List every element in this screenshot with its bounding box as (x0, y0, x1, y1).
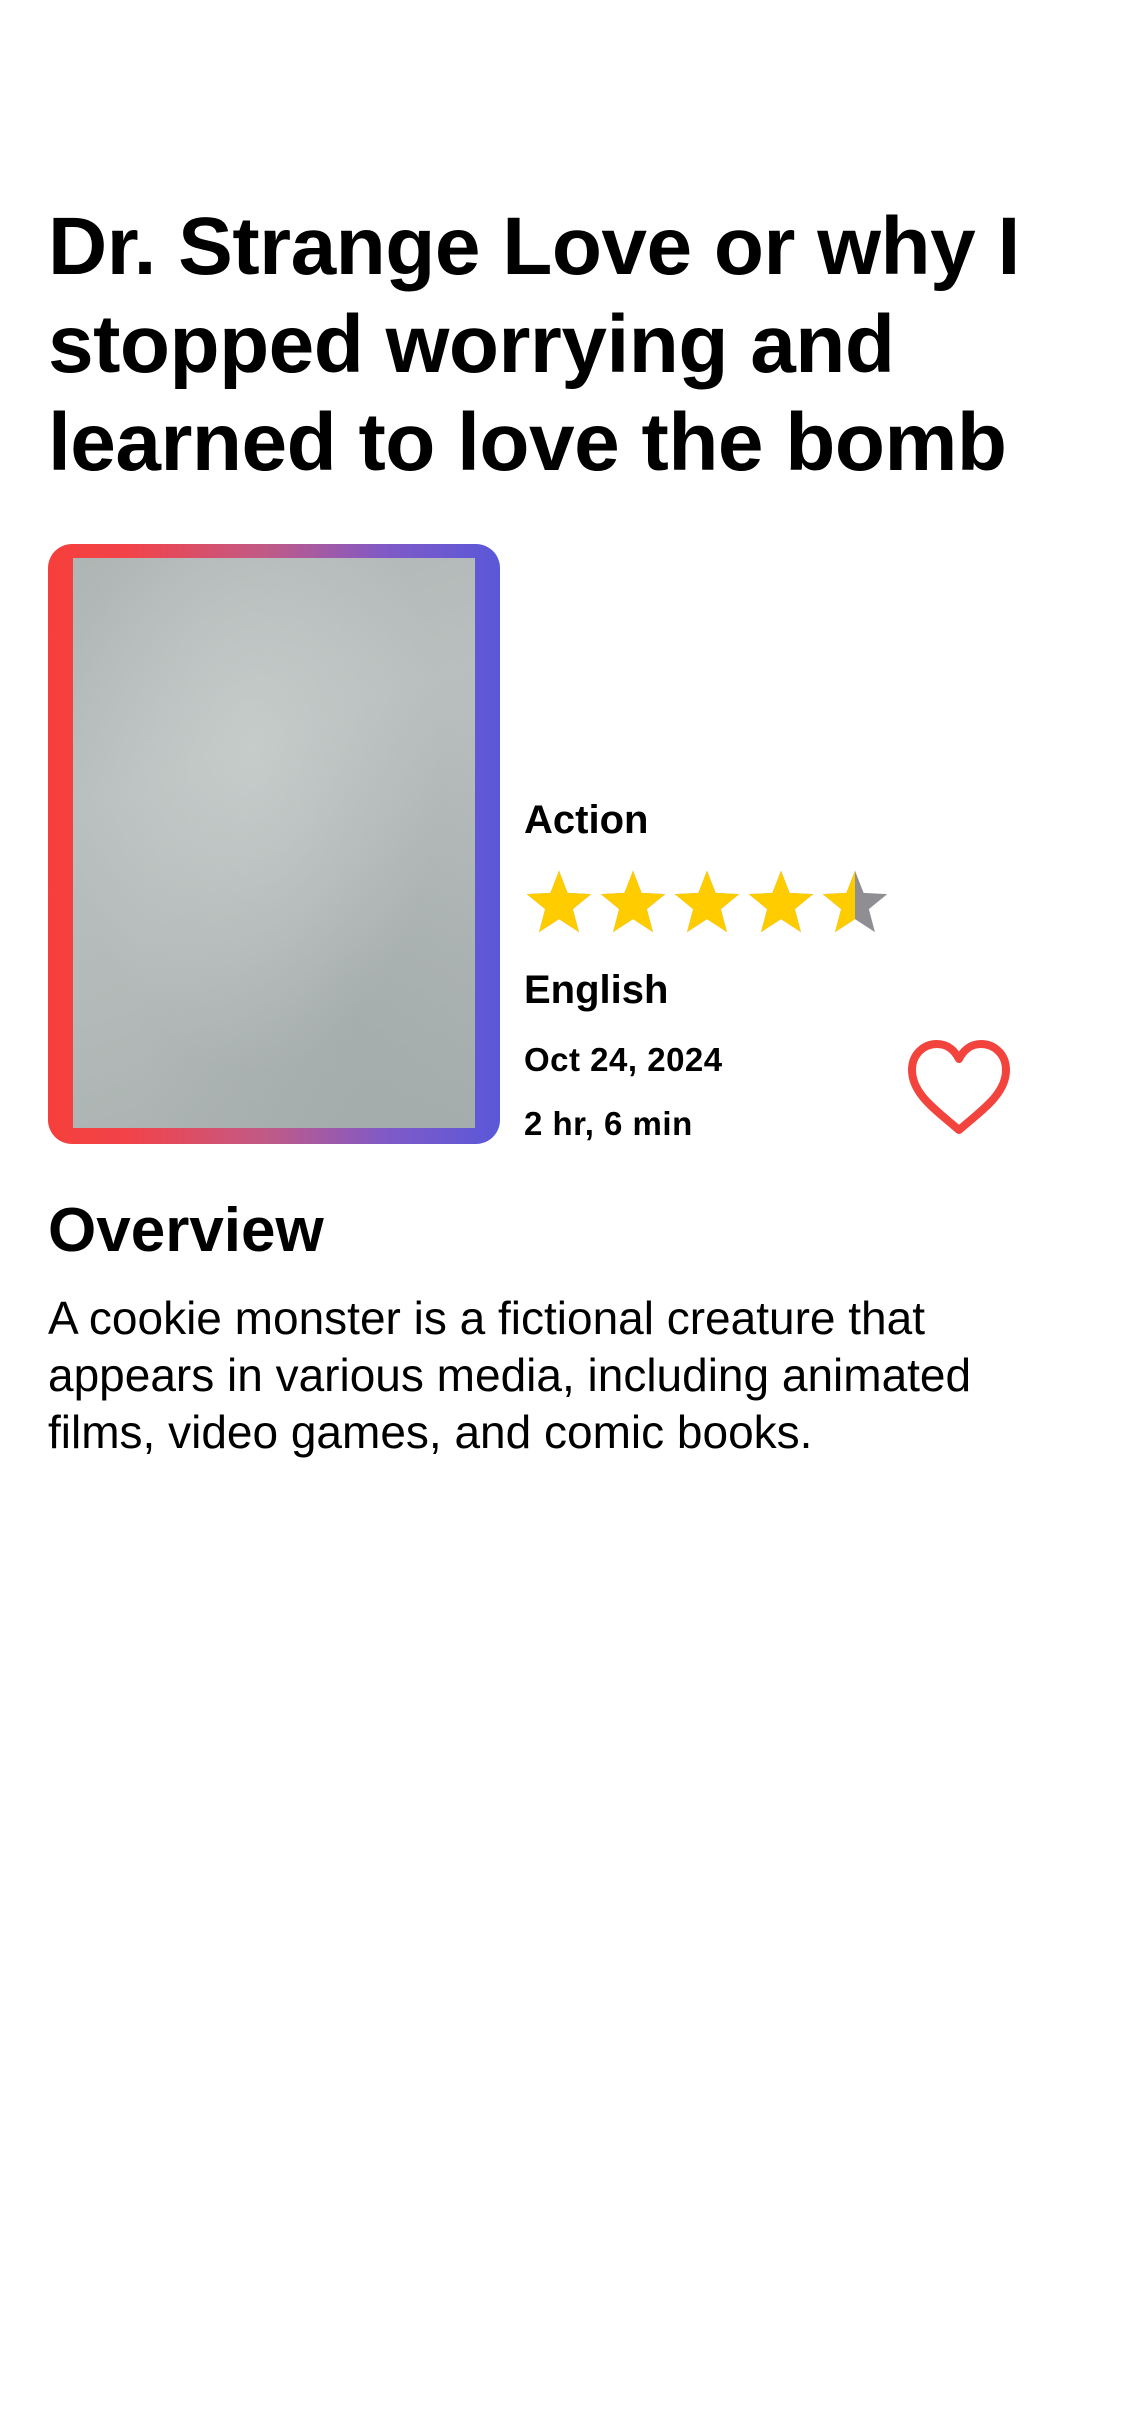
movie-title: Dr. Strange Love or why I stopped worryi… (48, 201, 1020, 488)
star-icon (746, 868, 816, 942)
favorite-button[interactable] (906, 1038, 1012, 1138)
release-date: Oct 24, 2024 (524, 1041, 723, 1078)
language-label: English (524, 968, 669, 1012)
overview-heading: Overview (48, 1196, 324, 1265)
overview-text: A cookie monster is a fictional creature… (48, 1292, 972, 1458)
poster-frame (48, 544, 500, 1144)
poster-image (73, 558, 475, 1128)
star-icon (598, 868, 668, 942)
genre-label: Action (524, 798, 649, 842)
star-icon (820, 868, 890, 942)
star-icon (524, 868, 594, 942)
heart-outline-icon (908, 1040, 1010, 1134)
runtime: 2 hr, 6 min (524, 1105, 693, 1142)
star-icon (672, 868, 742, 942)
star-rating (524, 868, 890, 942)
